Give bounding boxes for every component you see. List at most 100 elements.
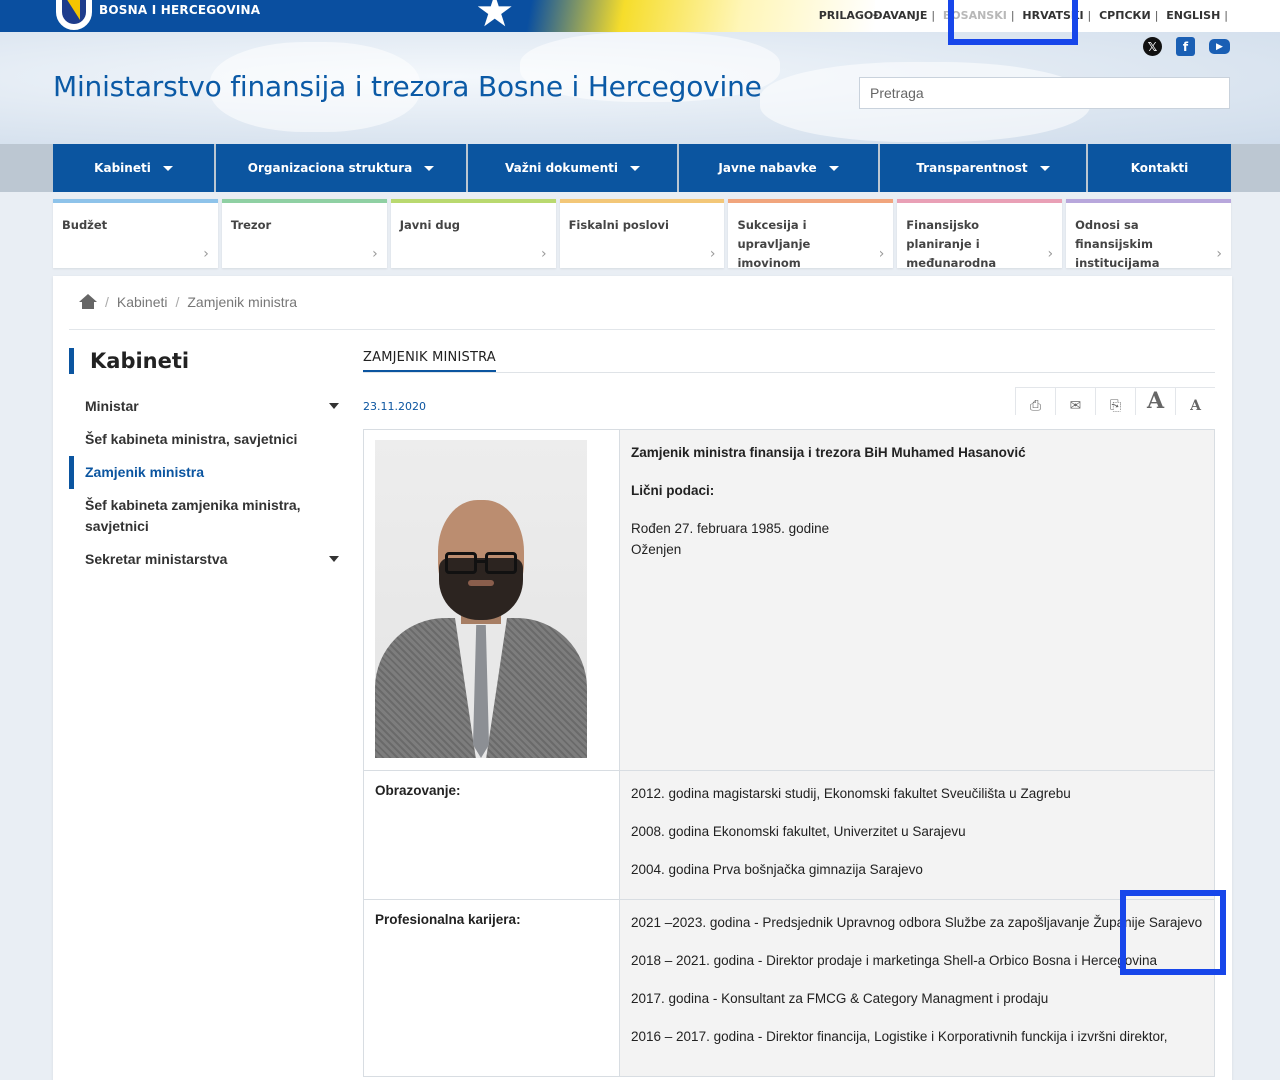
list-item: 2017. godina - Konsultant za FMCG & Cate… [631, 991, 1049, 1006]
highlight-box [1120, 890, 1226, 975]
career-label: Profesionalna karijera: [364, 900, 620, 1076]
breadcrumb-kabineti[interactable]: Kabineti [117, 294, 168, 310]
tile-javni-dug[interactable]: Javni dug › [390, 199, 556, 268]
lang-separator: | [1087, 9, 1092, 22]
table-row: Profesionalna karijera: 2021 –2023. godi… [364, 900, 1214, 1076]
tile-sukcesija[interactable]: Sukcesija i upravljanje imovinom › [728, 199, 894, 270]
breadcrumb: / Kabineti / Zamjenik ministra [79, 294, 297, 310]
tile-trezor[interactable]: Trezor › [221, 199, 387, 268]
email-icon[interactable]: ✉ [1055, 388, 1095, 415]
nav-organizaciona-struktura[interactable]: Organizaciona struktura [216, 144, 466, 192]
lang-separator: | [1154, 9, 1159, 22]
sidebar-item-sef-kabineta-ministra[interactable]: Šef kabineta ministra, savjetnici [69, 423, 339, 456]
top-bar: ★ BOSNA I HERCEGOVINA PRILAGOĐAVANJE | BO… [0, 0, 1280, 37]
chevron-right-icon: › [1047, 246, 1054, 262]
tile-label: Javni dug [399, 218, 461, 232]
tab-zamjenik-ministra[interactable]: ZAMJENIK MINISTRA [363, 350, 496, 372]
caret-down-icon [424, 165, 435, 171]
content-panel: / Kabineti / Zamjenik ministra Kabineti … [53, 276, 1232, 1080]
caret-down-icon [629, 165, 640, 171]
nav-label: Važni dokumenti [505, 161, 618, 175]
nav-label: Kontakti [1130, 161, 1189, 175]
publish-date: 23.11.2020 [363, 400, 426, 413]
chevron-right-icon: › [709, 246, 716, 262]
site-title[interactable]: Ministarstvo finansija i trezora Bosne i… [53, 70, 762, 103]
sidebar-item-sekretar-ministarstva[interactable]: Sekretar ministarstva [69, 543, 339, 576]
lang-separator: | [931, 9, 936, 22]
sidebar-item-label: Zamjenik ministra [85, 464, 205, 480]
married-text: Oženjen [631, 542, 682, 557]
sidebar-menu: Ministar Šef kabineta ministra, savjetni… [69, 390, 339, 576]
decrease-font-icon[interactable]: A [1175, 388, 1215, 415]
tile-odnosi-sa-institucijama[interactable]: Odnosi sa finansijskim institucijama › [1066, 199, 1232, 270]
lang-prilagodjavanje[interactable]: PRILAGOĐAVANJE [817, 9, 930, 22]
home-icon[interactable] [79, 294, 97, 310]
facebook-icon[interactable]: f [1176, 37, 1195, 56]
table-row: Zamjenik ministra finansija i trezora Bi… [364, 430, 1214, 771]
tile-label: Budžet [62, 218, 108, 232]
increase-font-icon[interactable]: A [1135, 388, 1175, 415]
sidebar-item-label: Šef kabineta ministra, savjetnici [85, 431, 298, 447]
breadcrumb-separator: / [105, 294, 109, 310]
brand-title[interactable]: BOSNA I HERCEGOVINA [99, 3, 260, 17]
list-item: 2016 – 2017. godina - Direktor financija… [631, 1029, 1168, 1044]
chevron-right-icon: › [372, 246, 378, 262]
star-icon: ★ [475, 0, 515, 37]
chevron-right-icon: › [540, 246, 547, 262]
list-item: 2018 – 2021. godina - Direktor prodaje i… [631, 953, 1158, 968]
sidebar-item-sef-kabineta-zamjenika[interactable]: Šef kabineta zamjenika ministra, savjetn… [69, 489, 339, 543]
social-links: 𝕏 f ▶ [1143, 37, 1230, 56]
sidebar-item-label: Ministar [85, 398, 139, 414]
article-tools: ⎙ ✉ ⎘ A A [1015, 387, 1215, 415]
caret-down-icon[interactable] [329, 403, 339, 409]
sidebar-item-zamjenik-ministra[interactable]: Zamjenik ministra [69, 456, 339, 489]
divider [69, 329, 1215, 330]
main-nav: Kabineti Organizaciona struktura Važni d… [53, 144, 1231, 192]
chevron-right-icon: › [878, 246, 885, 262]
sidebar-item-label: Šef kabineta zamjenika ministra, savjetn… [85, 497, 301, 534]
tile-label: Sukcesija i upravljanje imovinom [737, 218, 811, 270]
chevron-right-icon: › [203, 246, 209, 262]
photo-cell [364, 430, 620, 770]
nav-label: Organizaciona struktura [247, 161, 413, 175]
intro-cell: Zamjenik ministra finansija i trezora Bi… [620, 430, 1214, 770]
flag-banner: ★ [455, 0, 875, 37]
born-text: Rođen 27. februara 1985. godine [631, 521, 830, 536]
nav-transparentnost[interactable]: Transparentnost [880, 144, 1086, 192]
lang-english[interactable]: ENGLISH [1164, 9, 1222, 22]
caret-down-icon[interactable] [329, 556, 339, 562]
highlight-box [948, 0, 1078, 45]
sidebar-item-ministar[interactable]: Ministar [69, 390, 339, 423]
site-header: Ministarstvo finansija i trezora Bosne i… [0, 32, 1280, 144]
education-cell: 2012. godina magistarski studij, Ekonoms… [620, 771, 1214, 899]
youtube-icon[interactable]: ▶ [1209, 39, 1230, 54]
list-item: 2008. godina Ekonomski fakultet, Univerz… [631, 824, 966, 839]
main-nav-bar: Kabineti Organizaciona struktura Važni d… [0, 144, 1280, 192]
list-item: 2021 –2023. godina - Predsjednik Upravno… [631, 915, 1203, 930]
nav-vazni-dokumenti[interactable]: Važni dokumenti [468, 144, 677, 192]
topic-tiles: Budžet › Trezor › Javni dug › Fiskalni posl… [53, 199, 1232, 289]
caret-down-icon [1039, 165, 1050, 171]
sidebar-title: Kabineti [69, 348, 189, 374]
breadcrumb-current: Zamjenik ministra [187, 294, 298, 310]
pdf-icon[interactable]: ⎘ [1095, 388, 1135, 415]
table-row: Obrazovanje: 2012. godina magistarski st… [364, 771, 1214, 900]
nav-kabineti[interactable]: Kabineti [53, 144, 214, 192]
nav-javne-nabavke[interactable]: Javne nabavke [679, 144, 878, 192]
lang-srpski[interactable]: СРПСКИ [1097, 9, 1153, 22]
print-icon[interactable]: ⎙ [1015, 388, 1055, 415]
tile-label: Odnosi sa finansijskim institucijama [1075, 218, 1160, 270]
profile-table: Zamjenik ministra finansija i trezora Bi… [363, 429, 1215, 1077]
caret-down-icon [162, 165, 173, 171]
tile-finansijsko-planiranje[interactable]: Finansijsko planiranje i međunarodna sar… [897, 199, 1063, 289]
tile-budzet[interactable]: Budžet › [53, 199, 218, 268]
nav-kontakti[interactable]: Kontakti [1088, 144, 1231, 192]
search-input[interactable] [859, 77, 1230, 109]
caret-down-icon [828, 165, 839, 171]
x-twitter-icon[interactable]: 𝕏 [1143, 37, 1162, 56]
personal-label: Lični podaci: [631, 483, 715, 498]
tile-fiskalni-poslovi[interactable]: Fiskalni poslovi › [559, 199, 725, 268]
portrait-photo [375, 440, 587, 758]
tile-label: Trezor [230, 218, 272, 232]
profile-heading: Zamjenik ministra finansija i trezora Bi… [631, 445, 1026, 460]
